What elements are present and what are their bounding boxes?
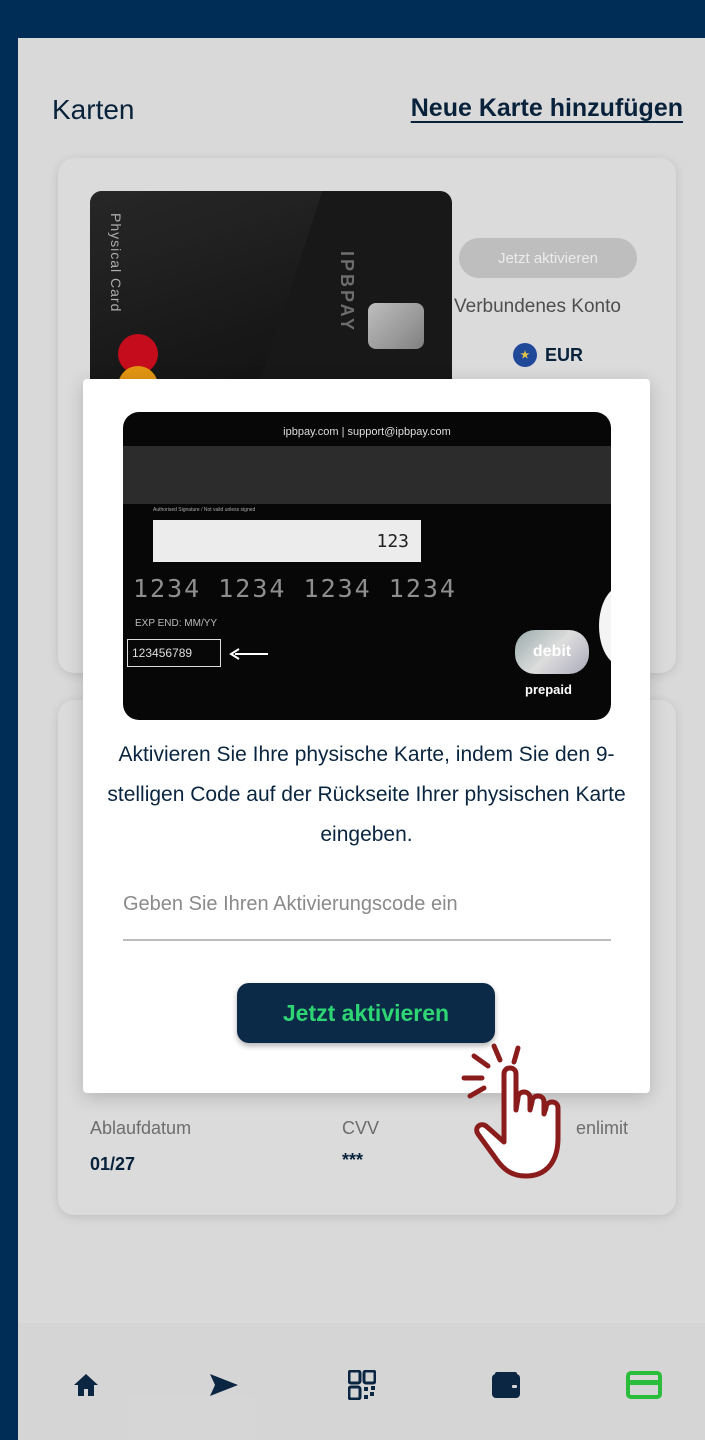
signature-note: Authorised Signature / Not valid unless … [153, 507, 256, 513]
activation-code-box: 123456789 [127, 639, 221, 667]
activate-now-button[interactable]: Jetzt aktivieren [237, 983, 495, 1043]
arrow-left-icon [229, 648, 268, 660]
card-hologram [599, 586, 611, 666]
card-back-image: ipbpay.com | support@ipbpay.com Authoris… [123, 412, 611, 720]
signature-strip: 123 [153, 520, 421, 562]
debit-badge: debit [515, 630, 589, 674]
prepaid-label: prepaid [525, 682, 572, 697]
activation-instructions: Aktivieren Sie Ihre physische Karte, ind… [107, 743, 626, 846]
activation-modal: ipbpay.com | support@ipbpay.com Authoris… [83, 379, 650, 1093]
magnetic-stripe [123, 446, 611, 504]
activation-code-input[interactable] [123, 869, 611, 941]
card-back-header: ipbpay.com | support@ipbpay.com [283, 426, 451, 438]
app-screen: Karten Neue Karte hinzufügen Physical Ca… [18, 38, 705, 1440]
pointing-hand-icon [461, 1043, 561, 1179]
card-cvv: 123 [376, 530, 409, 552]
card-expiry: EXP END: MM/YY [135, 618, 218, 629]
card-number: 1234 1234 1234 1234 [133, 574, 457, 603]
